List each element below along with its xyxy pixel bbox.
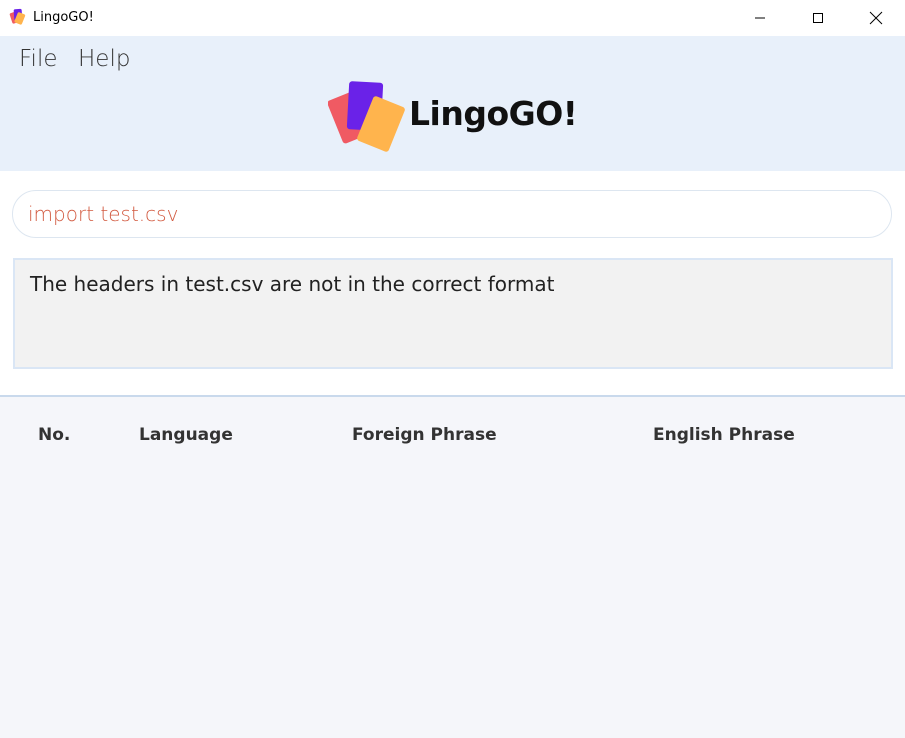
command-input[interactable] (28, 200, 868, 228)
app-header: File Help LingoGO! (0, 36, 905, 171)
minimize-button[interactable] (731, 0, 789, 36)
maximize-icon (813, 13, 823, 23)
lingogo-cards-icon (328, 81, 405, 152)
result-message: The headers in test.csv are not in the c… (30, 272, 555, 296)
command-box[interactable] (12, 190, 892, 238)
menu-help[interactable]: Help (78, 45, 130, 73)
result-display: The headers in test.csv are not in the c… (13, 258, 893, 369)
column-header-english-phrase: English Phrase (653, 425, 795, 445)
column-header-no: No. (38, 425, 71, 445)
maximize-button[interactable] (789, 0, 847, 36)
minimize-icon (755, 17, 765, 19)
command-section: The headers in test.csv are not in the c… (0, 171, 905, 395)
column-header-foreign-phrase: Foreign Phrase (352, 425, 497, 445)
column-header-language: Language (139, 425, 233, 445)
close-button[interactable] (847, 0, 905, 36)
app-icon (9, 8, 26, 25)
logo-text: LingoGO! (409, 94, 578, 133)
close-icon (869, 11, 883, 25)
window-title: LingoGO! (33, 10, 94, 25)
phrase-table: No. Language Foreign Phrase English Phra… (0, 397, 905, 738)
title-bar: LingoGO! (0, 0, 905, 36)
menu-file[interactable]: File (19, 45, 58, 73)
